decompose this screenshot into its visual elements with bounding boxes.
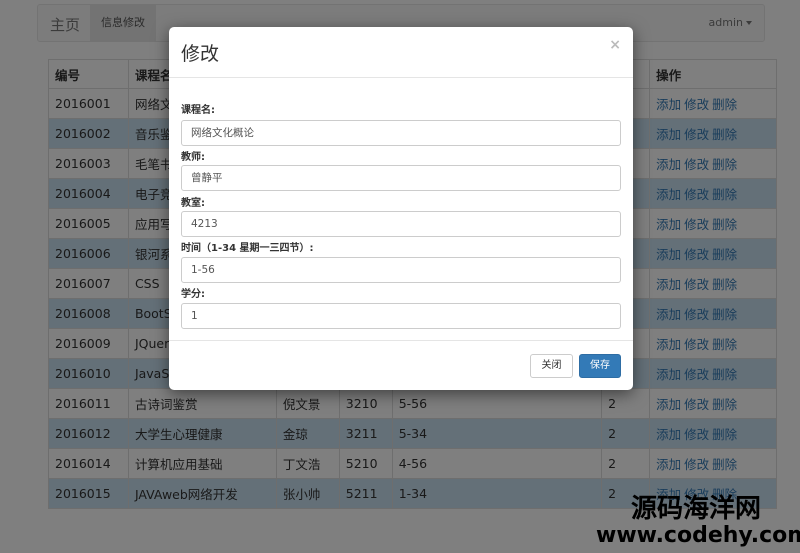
room-input[interactable]: 4213 [181,211,621,237]
watermark: 源码海洋网 www.codehy.com [596,494,800,548]
credit-input[interactable]: 1 [181,303,621,329]
save-button[interactable]: 保存 [579,354,621,378]
edit-modal: 修改 × 课程名: 网络文化概论 教师: 曾静平 教室: 4213 时间（1-3… [169,27,633,390]
time-input[interactable]: 1-56 [181,257,621,283]
close-icon[interactable]: × [609,37,621,53]
teacher-input[interactable]: 曾静平 [181,165,621,191]
teacher-label: 教师: [181,152,205,163]
course-input[interactable]: 网络文化概论 [181,120,621,146]
room-label: 教室: [181,198,205,209]
modal-footer [169,340,633,341]
course-label: 课程名: [181,105,215,116]
watermark-line1: 源码海洋网 [630,494,761,524]
time-label: 时间（1-34 星期一三四节）: [181,243,314,254]
close-button[interactable]: 关闭 [530,354,573,378]
modal-title: 修改 [181,43,220,65]
credit-label: 学分: [181,289,205,300]
watermark-line2: www.codehy.com [596,523,800,548]
modal-header: 修改 × [169,27,633,78]
